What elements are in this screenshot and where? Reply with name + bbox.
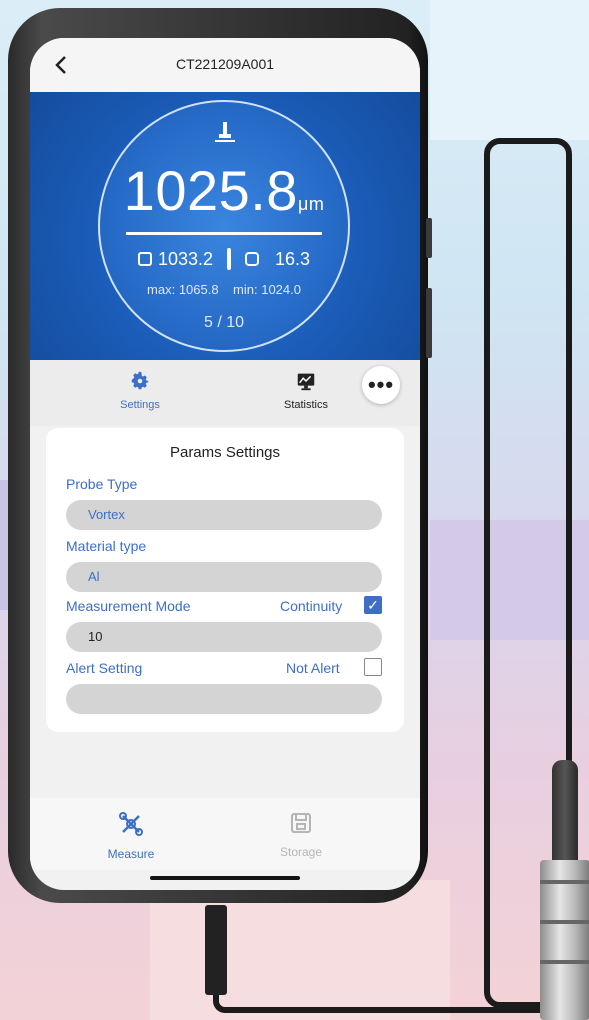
more-icon: ••• (367, 372, 395, 397)
deviation-value: 16.3 (275, 248, 311, 269)
nav-measure-label: Measure (107, 847, 155, 861)
background-tile (430, 0, 589, 140)
measurement-mode-label: Measurement Mode (66, 598, 191, 614)
bottom-nav: Measure Storage (30, 798, 420, 870)
continuity-checkbox[interactable]: ✓ (364, 596, 382, 614)
probe-cable-bottom (213, 995, 565, 1013)
phone-side-button (426, 288, 432, 358)
more-button[interactable]: ••• (362, 366, 400, 404)
phone-frame: CT221209A001 1025.8μm 1033.2 16.3 max: 1… (8, 8, 432, 903)
stats-separator (227, 248, 231, 270)
gear-icon (131, 371, 149, 390)
tab-statistics-label: Statistics (283, 399, 328, 411)
probe-body (540, 860, 589, 1020)
alert-setting-label: Alert Setting (66, 660, 143, 676)
max-label: max: (147, 282, 176, 297)
probe-type-field[interactable]: Vortex (66, 500, 382, 530)
alert-setting-field[interactable] (66, 684, 382, 714)
top-bar: CT221209A001 (30, 38, 420, 92)
probe-neck (552, 760, 578, 870)
tab-bar: Settings Statistics ••• (30, 360, 420, 426)
tab-settings-label: Settings (120, 399, 160, 411)
reading-value: 1025.8 (123, 159, 298, 222)
min-label: min: (233, 282, 258, 297)
reading-panel: 1025.8μm 1033.2 16.3 max: 1065.8 min: 10… (30, 92, 420, 360)
min-max-row: max: 1065.8 min: 1024.0 (100, 282, 348, 297)
phone-side-button (426, 218, 432, 258)
params-title: Params Settings (169, 444, 281, 461)
reading-circle: 1025.8μm 1033.2 16.3 max: 1065.8 min: 10… (98, 100, 350, 352)
chart-icon (297, 373, 315, 391)
average-value: 1033.2 (157, 248, 213, 269)
average-icon (137, 252, 152, 266)
app-screen: CT221209A001 1025.8μm 1033.2 16.3 max: 1… (30, 38, 420, 890)
stats-row: 1033.2 16.3 (120, 248, 328, 270)
nav-storage[interactable]: Storage (256, 810, 346, 859)
tab-statistics[interactable]: Statistics (266, 370, 346, 411)
nav-storage-label: Storage (279, 845, 323, 859)
probe-type-label: Probe Type (66, 476, 138, 492)
measure-icon (119, 812, 143, 836)
deviation-icon (245, 252, 259, 266)
device-title: CT221209A001 (175, 56, 275, 72)
probe-ring (540, 960, 589, 964)
material-type-label: Material type (66, 538, 147, 554)
max-value: 1065.8 (178, 282, 219, 297)
probe-ring (540, 880, 589, 884)
usb-plug (205, 905, 227, 995)
reading-unit: μm (297, 194, 325, 214)
params-settings-card: Params Settings Probe Type Vortex Materi… (46, 428, 404, 732)
measurement-mode-field[interactable]: 10 (66, 622, 382, 652)
measurement-count: 5 / 10 (203, 314, 245, 331)
reading-underline (126, 232, 322, 235)
home-indicator (150, 876, 300, 880)
storage-icon (291, 813, 311, 833)
not-alert-checkbox[interactable] (364, 658, 382, 676)
probe-icon (215, 122, 235, 142)
tab-settings[interactable]: Settings (100, 370, 180, 411)
probe-ring (540, 920, 589, 924)
nav-measure[interactable]: Measure (86, 810, 176, 861)
not-alert-label: Not Alert (286, 660, 340, 676)
main-reading: 1025.8μm (100, 158, 348, 223)
continuity-label: Continuity (280, 598, 343, 614)
material-type-field[interactable]: Al (66, 562, 382, 592)
min-value: 1024.0 (261, 282, 301, 297)
